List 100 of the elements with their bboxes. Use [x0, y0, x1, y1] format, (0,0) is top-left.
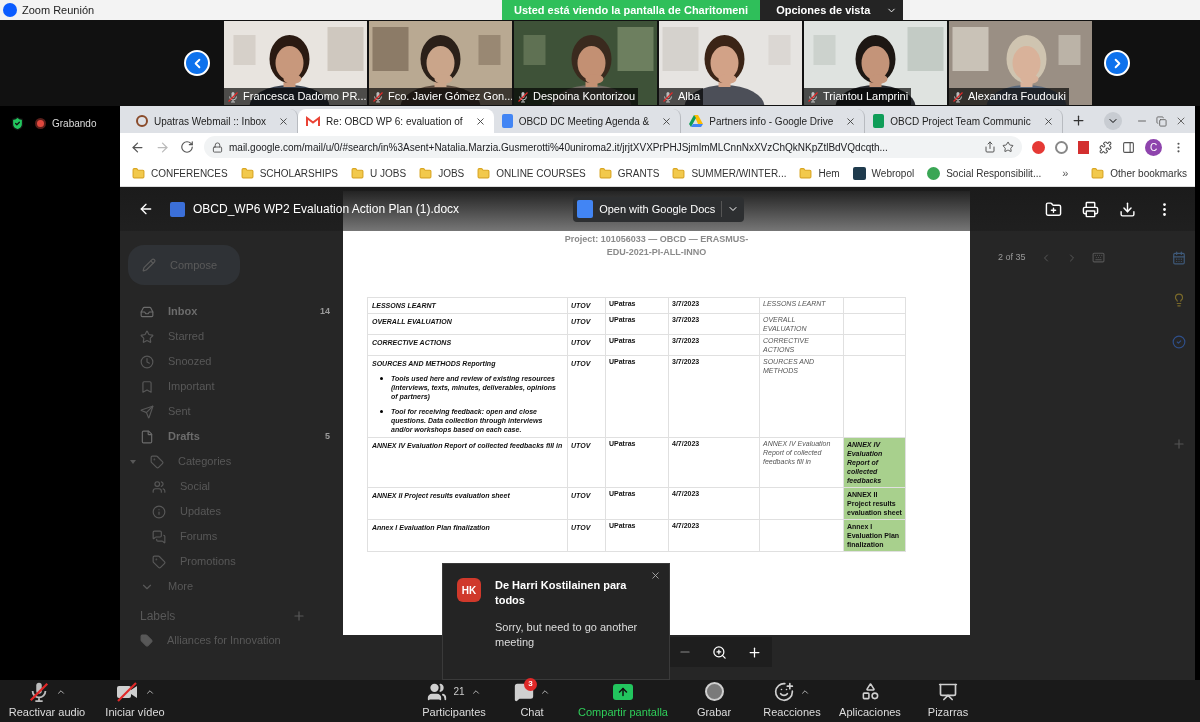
folder-icon	[477, 167, 491, 180]
muted-mic-icon	[807, 90, 819, 103]
video-off-icon	[115, 680, 139, 703]
new-tab-icon[interactable]	[1070, 113, 1086, 128]
folder-icon	[132, 167, 145, 180]
close-icon[interactable]	[1175, 115, 1187, 127]
zoom-icon[interactable]	[712, 644, 727, 660]
bookmark[interactable]: ONLINE COURSES	[477, 166, 586, 181]
close-icon[interactable]	[661, 115, 673, 127]
close-icon[interactable]	[278, 115, 290, 127]
name-label: Alba	[659, 88, 704, 105]
side-panel-icon[interactable]	[1122, 140, 1135, 154]
previous-button[interactable]	[184, 50, 210, 76]
more-bookmarks[interactable]: »	[1062, 165, 1069, 182]
lightbulb-icon[interactable]	[1172, 293, 1186, 307]
bookmark-icon	[140, 379, 154, 394]
chat-icon	[152, 529, 166, 544]
bullet-icon	[380, 377, 383, 380]
extensions-icon[interactable]	[1099, 140, 1112, 154]
extension-icon[interactable]	[1055, 140, 1068, 154]
bookmark[interactable]: U JOBS	[351, 166, 407, 181]
extension-icon[interactable]	[1032, 140, 1045, 154]
triangle-icon	[689, 115, 704, 127]
star-icon[interactable]	[1002, 141, 1014, 153]
folder-item[interactable]: Inbox 14	[120, 299, 342, 324]
other-bookmarks[interactable]: Other bookmarks	[1091, 166, 1187, 181]
open-with-button[interactable]: Open with Google Docs	[573, 196, 745, 222]
tag-icon	[152, 554, 166, 569]
site-icon	[927, 167, 941, 180]
add-to-drive-icon[interactable]	[1045, 200, 1062, 218]
document-header: EDU-2021-PI-ALL-INNO	[606, 246, 707, 259]
view-options-button[interactable]: Opciones de vista	[760, 0, 904, 20]
bookmark[interactable]: Webropol	[852, 166, 915, 181]
record-icon	[704, 682, 724, 701]
recording-label: Grabando	[52, 117, 97, 131]
folder-icon	[419, 167, 433, 180]
bookmark[interactable]: JOBS	[419, 166, 465, 181]
folder-icon	[240, 167, 254, 180]
share-icon[interactable]	[984, 141, 996, 153]
bookmark[interactable]: SCHOLARSHIPS	[240, 166, 339, 181]
tab-search-button[interactable]	[1104, 112, 1122, 130]
toolbar-button[interactable]: Aplicaciones	[831, 679, 909, 720]
people-icon	[152, 479, 166, 494]
next-button[interactable]	[1104, 50, 1130, 76]
document-icon	[577, 200, 594, 218]
app-icon	[3, 3, 17, 17]
close-icon[interactable]	[474, 115, 486, 127]
back-icon[interactable]	[138, 201, 154, 217]
back-icon[interactable]	[130, 139, 145, 155]
print-icon[interactable]	[1082, 200, 1099, 218]
toolbar-button[interactable]: Iniciar vídeo	[91, 679, 179, 720]
tag-icon	[140, 634, 153, 647]
name-label: Alexandra Foudouki	[949, 88, 1069, 105]
pdf-icon[interactable]	[1078, 140, 1089, 154]
reload-icon[interactable]	[180, 140, 194, 154]
bookmark[interactable]: CONFERENCES	[132, 166, 228, 181]
close-icon[interactable]	[1042, 115, 1054, 127]
profile-avatar[interactable]: C	[1145, 138, 1162, 156]
bookmark[interactable]: SUMMER/WINTER...	[672, 166, 787, 181]
pencil-icon	[142, 258, 156, 272]
bookmark[interactable]: Social Responsibilit...	[927, 166, 1042, 181]
bookmark[interactable]: Hem	[799, 166, 840, 181]
toolbar-button[interactable]: Compartir pantalla	[571, 679, 675, 720]
browser-tab[interactable]: Re: OBCD WP 6: evaluation of	[298, 109, 494, 133]
file-name: OBCD_WP6 WP2 Evaluation Action Plan (1).docx	[193, 201, 460, 218]
name-label: Fco. Javier Gómez Gon...	[369, 88, 512, 105]
apps-icon	[860, 682, 880, 701]
toolbar-button[interactable]: Grabar	[675, 679, 753, 720]
lock-icon	[212, 141, 223, 153]
share-screen-icon	[613, 683, 633, 700]
bookmark[interactable]: GRANTS	[598, 166, 660, 181]
smiley-icon	[774, 681, 794, 702]
participant-count: 21	[453, 685, 465, 699]
address-bar[interactable]: mail.google.com/mail/u/0/#search/in%3Asent+Natalia.Marzia.Gusmerotti%40uniroma2.it/jrjtXVXPrPHJSjmlmMLCnnNxXVzChQkNKpZtlBdVQdcqth...	[204, 136, 1022, 158]
download-icon[interactable]	[1119, 200, 1136, 218]
close-icon[interactable]	[650, 570, 661, 581]
clock-icon	[140, 354, 154, 369]
toolbar-button[interactable]: 3 Chat	[493, 679, 571, 720]
tag-icon	[150, 454, 164, 469]
unread-count: 14	[320, 304, 330, 318]
window-title: Zoom Reunión	[22, 2, 95, 18]
folder-icon	[1091, 167, 1105, 180]
toolbar-button[interactable]: Reacciones	[753, 679, 831, 720]
toolbar-button[interactable]: 21 Participantes	[415, 679, 493, 720]
name-label: Francesca Dadomo PR...	[224, 88, 367, 105]
check-icon[interactable]	[1172, 335, 1186, 349]
star-icon	[140, 329, 154, 344]
muted-mic-icon	[227, 90, 239, 103]
zoom-in-icon[interactable]	[747, 644, 762, 660]
folder-icon	[351, 167, 365, 180]
muted-mic-icon	[28, 680, 50, 703]
close-icon[interactable]	[845, 115, 857, 127]
restore-icon[interactable]	[1156, 115, 1167, 127]
folder-icon	[672, 167, 686, 180]
muted-mic-icon	[952, 90, 964, 103]
folder-item[interactable]: Drafts 5	[120, 424, 342, 449]
folder-icon	[598, 167, 612, 180]
toolbar-button[interactable]: Reactivar audio	[3, 679, 91, 720]
file-icon	[140, 429, 154, 444]
toolbar-button[interactable]: Pizarras	[909, 679, 987, 720]
